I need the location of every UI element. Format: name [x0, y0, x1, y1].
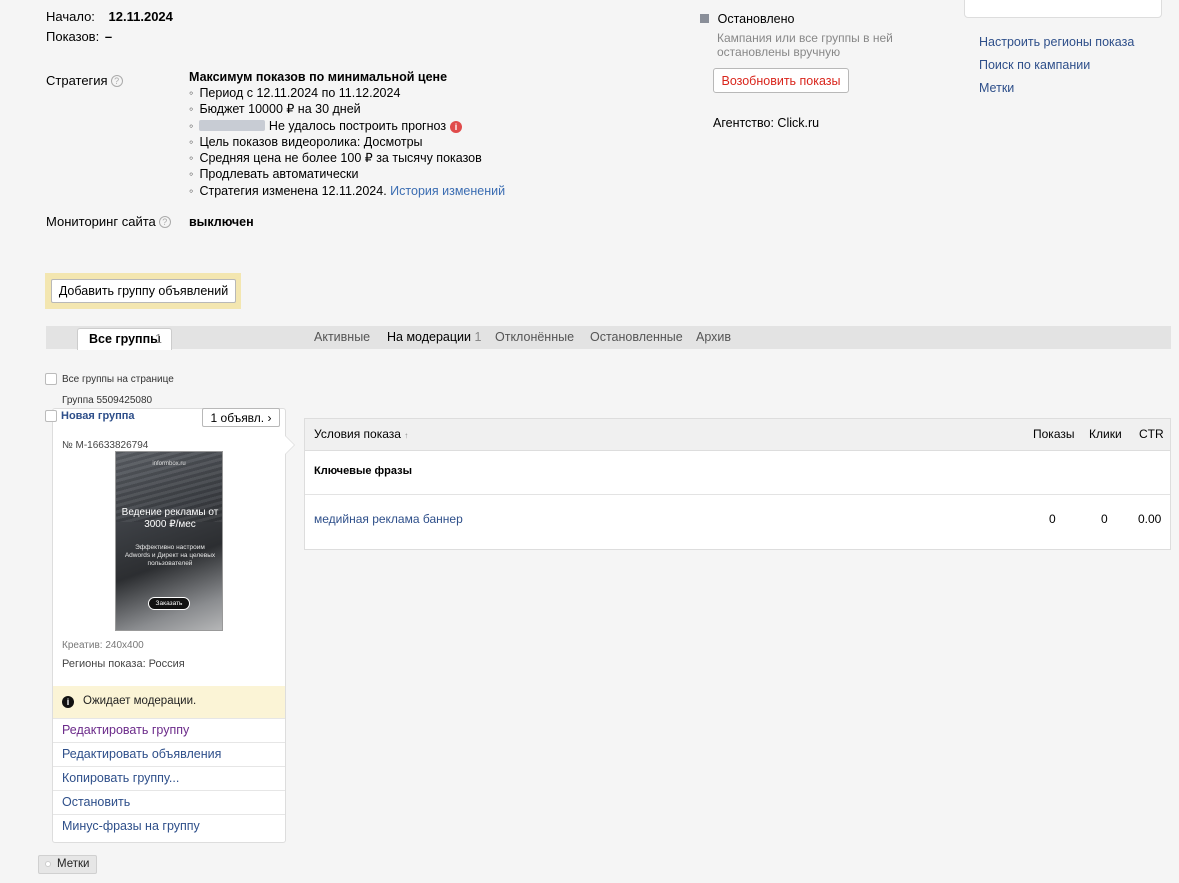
strategy-renew: Продлевать автоматически — [189, 166, 609, 182]
tab-rejected[interactable]: Отклонённые — [495, 330, 574, 344]
status-title: Остановлено — [717, 12, 795, 26]
help-icon[interactable]: ? — [158, 216, 171, 228]
regions-link[interactable]: Настроить регионы показа — [979, 35, 1134, 49]
tab-all-count: 1 — [155, 332, 162, 346]
shows-row: Показов: – — [46, 29, 112, 44]
select-all-checkbox[interactable] — [45, 373, 57, 385]
start-label: Начало: — [46, 9, 95, 24]
col-conditions-label: Условия показа — [314, 427, 401, 441]
group-regions: Регионы показа: Россия — [62, 658, 185, 670]
strategy-changed: Стратегия изменена 12.11.2024. История и… — [189, 183, 609, 199]
group-name-link[interactable]: Новая группа — [61, 410, 135, 422]
stopped-square-icon — [700, 14, 709, 23]
row-shows: 0 — [1049, 512, 1056, 526]
hidden-value — [199, 119, 266, 131]
strategy-period: Период с 12.11.2024 по 11.12.2024 — [189, 85, 609, 101]
section-title: Ключевые фразы — [314, 465, 412, 477]
monitoring-value: выключен — [189, 215, 254, 229]
info-icon: i — [62, 696, 74, 708]
strategy-forecast: Не удалось построить прогнозi — [189, 118, 609, 134]
edit-ads-link[interactable]: Редактировать объявления — [53, 742, 285, 766]
chevron-right-icon: › — [267, 410, 272, 425]
strategy-budget: Бюджет 10000 ₽ на 30 дней — [189, 101, 609, 117]
start-value: 12.11.2024 — [108, 9, 173, 24]
conditions-table: Условия показа ↑ Показы Клики CTR Ключев… — [304, 418, 1171, 550]
tab-all-label: Все группы — [89, 332, 161, 346]
creative-size: Креатив: 240x400 — [62, 640, 144, 651]
tab-archive[interactable]: Архив — [696, 330, 731, 344]
bottom-tags-label: Метки — [57, 858, 90, 870]
add-group-button[interactable]: Добавить группу объявлений — [51, 279, 236, 303]
tab-moderation-label: На модерации — [387, 330, 471, 344]
shows-label: Показов: — [46, 29, 100, 44]
copy-group-link[interactable]: Копировать группу... — [53, 766, 285, 790]
bottom-tags-button[interactable]: Метки — [38, 855, 97, 874]
monitoring-label: Мониторинг сайта — [46, 214, 156, 229]
monitoring-label-row: Мониторинг сайта? — [46, 214, 171, 229]
strategy-label-row: Стратегия? — [46, 73, 123, 88]
tags-link[interactable]: Метки — [979, 81, 1014, 95]
forecast-text: Не удалось построить прогноз — [268, 118, 447, 133]
tab-all[interactable]: Все группы 1 — [77, 328, 172, 350]
warning-icon[interactable]: i — [450, 120, 463, 133]
banner-headline: Ведение рекламы от 3000 ₽/мес — [121, 507, 219, 530]
tab-active[interactable]: Активные — [314, 330, 370, 344]
group-checkbox[interactable] — [45, 410, 57, 422]
col-ctr[interactable]: CTR — [1139, 427, 1164, 441]
history-link[interactable]: История изменений — [390, 184, 505, 198]
moderation-text: Ожидает модерации. — [83, 695, 197, 707]
banner-text: Эффективно настроим Adwords и Директ на … — [124, 544, 216, 567]
tab-stopped[interactable]: Остановленные — [590, 330, 683, 344]
phrase-link[interactable]: медийная реклама баннер — [314, 512, 463, 526]
stop-link[interactable]: Остановить — [53, 790, 285, 814]
pointer-arrow-inner — [285, 436, 294, 454]
select-all-label: Все группы на странице — [62, 374, 174, 385]
side-panel — [964, 0, 1162, 18]
tab-moderation[interactable]: На модерации 1 — [387, 330, 481, 344]
minus-phrases-link[interactable]: Минус-фразы на группу — [53, 814, 285, 838]
strategy-avg-price: Средняя цена не более 100 ₽ за тысячу по… — [189, 150, 609, 166]
edit-group-link[interactable]: Редактировать группу — [53, 718, 285, 742]
table-row: медийная реклама баннер 0 0 0.00 — [305, 495, 1170, 543]
banner-site: informbox.ru — [152, 461, 186, 467]
resume-button[interactable]: Возобновить показы — [713, 68, 849, 93]
status-note: Кампания или все группы в ней остановлен… — [717, 31, 893, 59]
col-clicks[interactable]: Клики — [1089, 427, 1122, 441]
search-link[interactable]: Поиск по кампании — [979, 58, 1090, 72]
shows-value: – — [104, 29, 113, 44]
status-row: Остановлено — [700, 11, 794, 26]
col-conditions[interactable]: Условия показа ↑ — [314, 427, 408, 441]
group-id-label: Группа 5509425080 — [62, 395, 153, 406]
ads-count-label: 1 объявл. — [210, 410, 265, 425]
ads-count-button[interactable]: 1 объявл. › — [202, 408, 280, 427]
tab-moderation-count: 1 — [474, 330, 482, 344]
col-shows[interactable]: Показы — [1033, 427, 1074, 441]
group-card: № M-16633826794 informbox.ru Ведение рек… — [52, 408, 286, 843]
strategy-changed-text: Стратегия изменена 12.11.2024. — [199, 183, 387, 198]
strategy-block: Максимум показов по минимальной цене Пер… — [189, 69, 609, 199]
moderation-notice: i Ожидает модерации. — [53, 686, 285, 718]
banner-image[interactable]: informbox.ru Ведение рекламы от 3000 ₽/м… — [115, 451, 223, 631]
row-ctr: 0.00 — [1138, 512, 1162, 526]
row-clicks: 0 — [1101, 512, 1108, 526]
tag-hole-icon — [45, 861, 51, 867]
strategy-label: Стратегия — [46, 73, 108, 88]
strategy-title: Максимум показов по минимальной цене — [189, 70, 448, 84]
start-row: Начало: 12.11.2024 — [46, 9, 173, 24]
sort-arrow-icon: ↑ — [404, 431, 409, 440]
help-icon[interactable]: ? — [110, 75, 123, 87]
strategy-list: Период с 12.11.2024 по 11.12.2024 Бюджет… — [189, 85, 609, 199]
strategy-goal: Цель показов видеоролика: Досмотры — [189, 134, 609, 150]
table-header: Условия показа ↑ Показы Клики CTR — [305, 419, 1170, 451]
banner-order-button[interactable]: Заказать — [148, 597, 190, 610]
agency-label: Агентство: Click.ru — [713, 116, 820, 130]
group-number: № M-16633826794 — [62, 440, 149, 451]
